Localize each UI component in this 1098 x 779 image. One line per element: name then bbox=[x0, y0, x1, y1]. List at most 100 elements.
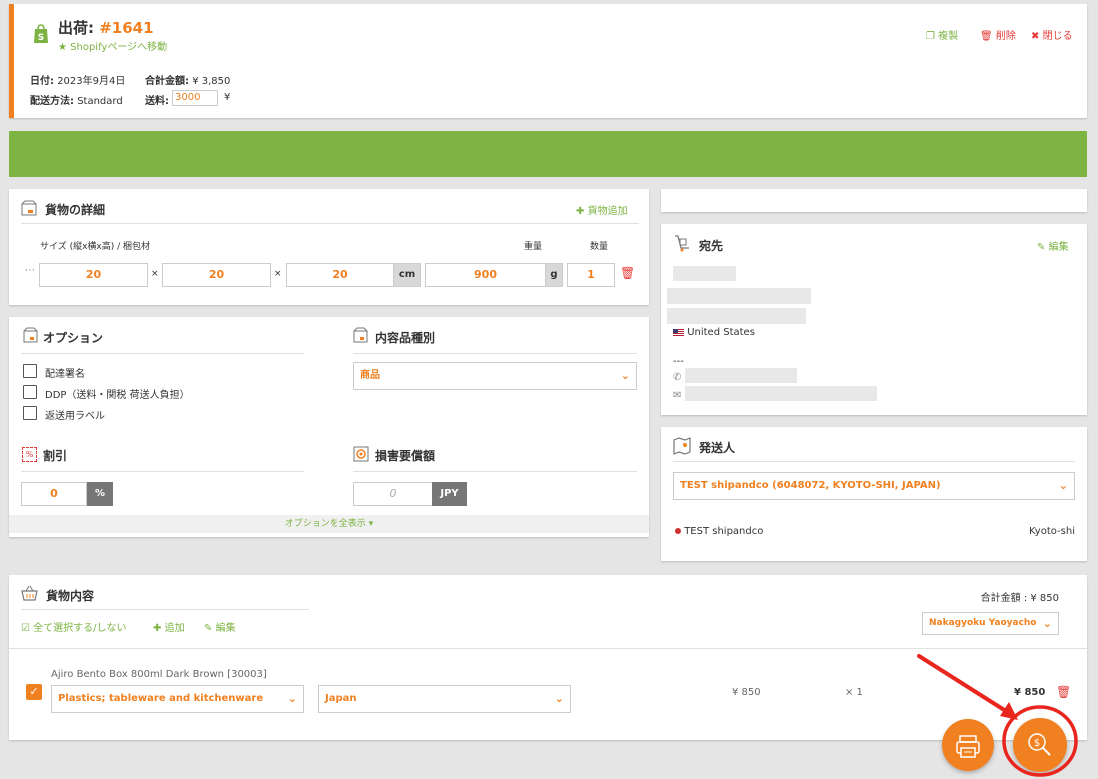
redacted-name bbox=[673, 266, 736, 281]
duplicate-button[interactable]: ❐ 複製 bbox=[926, 27, 958, 42]
insurance-title: 損害要償額 bbox=[375, 449, 436, 463]
blank-panel bbox=[661, 189, 1087, 212]
separator: --- bbox=[673, 356, 684, 367]
quantity-input[interactable]: 1 bbox=[567, 263, 615, 287]
edit-items-button[interactable]: ✎ 編集 bbox=[204, 619, 236, 634]
item-category-select[interactable]: Plastics; tableware and kitchenware ⌄ bbox=[51, 685, 304, 713]
option-label: DDP（送料・関税 荷送人負担） bbox=[45, 390, 190, 401]
contents-title: 貨物内容 bbox=[46, 589, 95, 603]
delete-button[interactable]: 🗑 削除 bbox=[980, 27, 1016, 42]
shipping-fee-input[interactable]: 3000 bbox=[172, 90, 218, 106]
redacted-email bbox=[685, 386, 877, 401]
insurance-input[interactable]: 0 bbox=[353, 482, 433, 506]
option-label: 返送用ラベル bbox=[45, 411, 105, 422]
content-type-select[interactable]: 商品 ⌄ bbox=[353, 362, 637, 390]
date-row: 日付: 2023年9月4日 bbox=[30, 72, 125, 87]
sender-name: TEST shipandco bbox=[684, 526, 764, 537]
total-label: 合計金額: bbox=[145, 76, 189, 87]
close-button[interactable]: ✖ 閉じる bbox=[1031, 27, 1073, 42]
item-unit-price: ¥ 850 bbox=[732, 687, 761, 698]
trash-icon[interactable]: 🗑 bbox=[1056, 685, 1071, 699]
chevron-down-icon: ⌄ bbox=[1058, 479, 1068, 492]
edit-recipient-label: 編集 bbox=[1048, 242, 1069, 253]
sender-title: 発送人 bbox=[699, 441, 736, 455]
shipment-label: 出荷: bbox=[58, 19, 94, 37]
item-country-select[interactable]: Japan ⌄ bbox=[318, 685, 571, 713]
height-input[interactable]: 20 bbox=[286, 263, 394, 287]
box-icon bbox=[353, 327, 368, 343]
us-flag-icon bbox=[673, 328, 684, 336]
dolly-icon bbox=[673, 234, 691, 252]
origin-select[interactable]: Nakagyoku Yaoyacho ' ⌄ bbox=[922, 612, 1059, 635]
percent-icon: % bbox=[22, 447, 37, 462]
shipping-fee-unit: ¥ bbox=[224, 92, 231, 103]
checkbox-icon: ☑ bbox=[21, 623, 30, 634]
basket-icon bbox=[21, 585, 38, 601]
shopify-link[interactable]: ★ Shopifyページへ移動 bbox=[58, 38, 167, 53]
package-title: 貨物の詳細 bbox=[45, 203, 106, 217]
shopify-icon: S bbox=[32, 24, 50, 44]
shipment-header: S 出荷: #1641 ★ Shopifyページへ移動 ❐ 複製 🗑 削除 ✖ … bbox=[9, 4, 1087, 118]
shipping-method-row: 配送方法: Standard bbox=[30, 92, 123, 107]
status-banner bbox=[9, 131, 1087, 177]
total-value: ¥ 3,850 bbox=[192, 76, 231, 87]
recipient-country-row: United States bbox=[673, 327, 755, 338]
discount-unit: % bbox=[87, 482, 113, 506]
item-checkbox[interactable]: ✓ bbox=[26, 684, 42, 700]
weight-unit: g bbox=[545, 263, 563, 287]
width-input[interactable]: 20 bbox=[162, 263, 271, 287]
print-button[interactable] bbox=[942, 719, 994, 771]
rate-search-button[interactable]: $ bbox=[1013, 718, 1067, 772]
shipment-title: 出荷: #1641 bbox=[58, 17, 154, 38]
sender-panel: 発送人 TEST shipandco (6048072, KYOTO-SHI, … bbox=[661, 427, 1087, 561]
item-category-value: Plastics; tableware and kitchenware bbox=[58, 693, 264, 704]
shipment-number: #1641 bbox=[99, 19, 154, 37]
recipient-panel: 宛先 ✎ 編集 United States --- ✆ ✉ bbox=[661, 224, 1087, 415]
discount-input[interactable]: 0 bbox=[21, 482, 87, 506]
box-icon bbox=[21, 200, 37, 216]
drag-handle[interactable]: ⋯ bbox=[25, 265, 35, 276]
ddp-checkbox[interactable] bbox=[23, 385, 37, 399]
add-package-button[interactable]: ✚ 貨物追加 bbox=[576, 202, 628, 217]
weight-input[interactable]: 900 bbox=[425, 263, 546, 287]
select-all-button[interactable]: ☑ 全て選択する/しない bbox=[21, 619, 127, 634]
trash-icon: 🗑 bbox=[980, 31, 993, 42]
total-row: 合計金額: ¥ 3,850 bbox=[145, 72, 230, 87]
japan-flag-icon bbox=[675, 528, 681, 534]
chevron-down-icon: ⌄ bbox=[1039, 613, 1052, 634]
money-search-icon: $ bbox=[1028, 733, 1051, 756]
dim-unit: cm bbox=[393, 263, 421, 287]
recipient-title: 宛先 bbox=[699, 239, 724, 253]
sender-select[interactable]: TEST shipandco (6048072, KYOTO-SHI, JAPA… bbox=[673, 472, 1075, 500]
pencil-icon: ✎ bbox=[204, 623, 213, 634]
printer-icon bbox=[956, 735, 980, 758]
times-sign: × bbox=[151, 269, 159, 279]
duplicate-icon: ❐ bbox=[926, 31, 935, 42]
add-package-label: 貨物追加 bbox=[587, 206, 628, 217]
redacted-address-line bbox=[667, 288, 811, 304]
shield-icon bbox=[353, 446, 369, 462]
contents-total: 合計金額 : ¥ 850 bbox=[980, 593, 1059, 604]
signature-checkbox[interactable] bbox=[23, 364, 37, 378]
weight-header: 重量 bbox=[524, 242, 543, 252]
shipping-method-label: 配送方法: bbox=[30, 96, 74, 107]
return-label-checkbox[interactable] bbox=[23, 406, 37, 420]
content-type-title: 内容品種別 bbox=[375, 331, 436, 345]
option-label: 配達署名 bbox=[45, 369, 85, 380]
contents-panel: 貨物内容 合計金額 : ¥ 850 ☑ 全て選択する/しない ✚ 追加 ✎ 編集… bbox=[9, 575, 1087, 740]
delete-label: 削除 bbox=[995, 31, 1016, 42]
trash-icon[interactable]: 🗑 bbox=[620, 266, 635, 280]
package-details-panel: 貨物の詳細 ✚ 貨物追加 サイズ (縦x横x高) / 梱包材 重量 数量 ⋯ 2… bbox=[9, 189, 649, 305]
select-all-label: 全て選択する/しない bbox=[33, 623, 127, 634]
svg-text:$: $ bbox=[1034, 738, 1040, 749]
shipping-fee-label: 送料: bbox=[145, 96, 169, 107]
options-panel: オプション 配達署名 DDP（送料・関税 荷送人負担） 返送用ラベル 内容品種別… bbox=[9, 317, 649, 537]
chevron-down-icon: ⌄ bbox=[554, 692, 564, 705]
show-all-options-button[interactable]: オプションを全表示 ▾ bbox=[9, 515, 649, 533]
discount-title: 割引 bbox=[43, 449, 68, 463]
item-quantity: × 1 bbox=[845, 687, 863, 698]
edit-recipient-button[interactable]: ✎ 編集 bbox=[1037, 238, 1069, 253]
length-input[interactable]: 20 bbox=[39, 263, 148, 287]
sender-name-row: TEST shipandco bbox=[675, 526, 763, 537]
add-item-button[interactable]: ✚ 追加 bbox=[153, 619, 185, 634]
